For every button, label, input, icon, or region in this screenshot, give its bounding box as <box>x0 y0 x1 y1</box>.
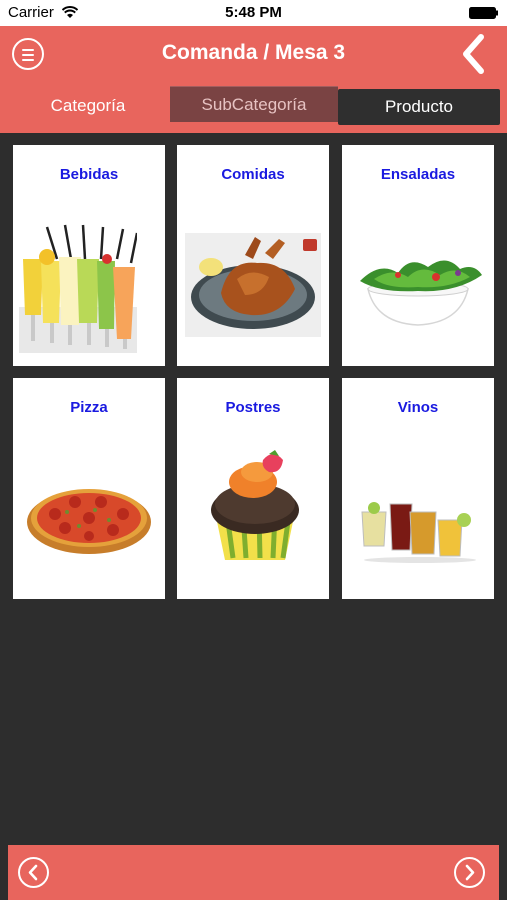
battery-icon <box>469 7 498 19</box>
cupcake-image <box>211 450 299 560</box>
next-page-button[interactable] <box>454 857 485 888</box>
clock: 5:48 PM <box>225 4 282 21</box>
chevron-left-circle-icon <box>28 864 38 881</box>
category-card-vinos[interactable]: Vinos <box>342 378 494 599</box>
back-button[interactable] <box>457 32 491 76</box>
category-label: Bebidas <box>59 166 119 183</box>
footer-bar <box>8 845 499 900</box>
tab-bar: Categoría SubCategoría Producto <box>0 86 507 126</box>
cocktail-glasses-image <box>361 502 476 563</box>
category-card-ensaladas[interactable]: Ensaladas <box>342 145 494 366</box>
pizza-image <box>27 489 151 554</box>
chevron-right-circle-icon <box>465 864 475 881</box>
tab-categoria[interactable]: Categoría <box>8 88 168 124</box>
category-label: Pizza <box>70 399 108 416</box>
category-label: Comidas <box>221 166 285 183</box>
category-card-postres[interactable]: Postres <box>177 378 329 599</box>
drinks-image <box>19 224 137 353</box>
category-card-pizza[interactable]: Pizza <box>13 378 165 599</box>
category-label: Vinos <box>397 399 439 416</box>
category-card-bebidas[interactable]: Bebidas <box>13 145 165 366</box>
status-bar: Carrier 5:48 PM <box>0 0 507 26</box>
tab-subcategoria[interactable]: SubCategoría <box>170 86 338 122</box>
salad-bowl-image <box>360 260 482 326</box>
category-card-comidas[interactable]: Comidas <box>177 145 329 366</box>
page-title: Comanda / Mesa 3 <box>161 41 346 64</box>
category-label: Ensaladas <box>380 166 456 183</box>
tab-producto[interactable]: Producto <box>338 89 500 125</box>
roast-chicken-image <box>185 233 321 337</box>
prev-page-button[interactable] <box>18 857 49 888</box>
category-label: Postres <box>225 399 281 416</box>
app-header: Comanda / Mesa 3 Categoría SubCategoría … <box>0 26 507 133</box>
